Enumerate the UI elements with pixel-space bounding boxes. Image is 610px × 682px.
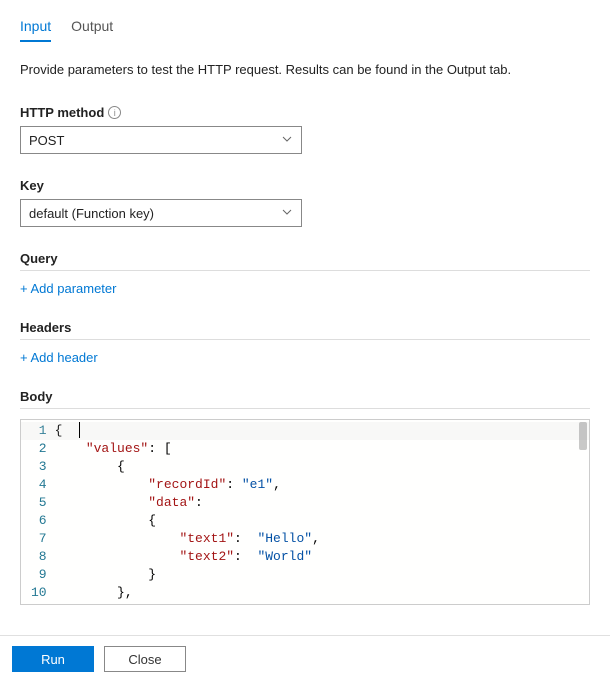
http-method-label-text: HTTP method	[20, 105, 104, 120]
headers-label: Headers	[20, 320, 590, 335]
vertical-scrollbar[interactable]	[579, 422, 587, 450]
chevron-down-icon	[281, 133, 293, 148]
line-number-gutter: 12345678910	[21, 420, 55, 604]
key-select[interactable]: default (Function key)	[20, 199, 302, 227]
body-label: Body	[20, 389, 590, 404]
close-button[interactable]: Close	[104, 646, 186, 672]
tabs: Input Output	[20, 18, 590, 42]
divider	[20, 339, 590, 340]
tab-input[interactable]: Input	[20, 18, 51, 42]
divider	[20, 408, 590, 409]
code-text-area[interactable]: { "values": [ { "recordId": "e1", "data"…	[55, 420, 589, 604]
tab-output[interactable]: Output	[71, 18, 113, 42]
info-icon[interactable]: i	[108, 106, 121, 119]
chevron-down-icon	[281, 206, 293, 221]
footer-bar: Run Close	[0, 635, 610, 682]
key-value: default (Function key)	[29, 206, 281, 221]
active-line-highlight	[21, 422, 589, 440]
http-method-value: POST	[29, 133, 281, 148]
editor-caret	[79, 422, 80, 438]
http-method-select[interactable]: POST	[20, 126, 302, 154]
run-button[interactable]: Run	[12, 646, 94, 672]
divider	[20, 270, 590, 271]
http-method-label: HTTP method i	[20, 105, 590, 120]
description-text: Provide parameters to test the HTTP requ…	[20, 62, 590, 77]
add-header-link[interactable]: + Add header	[20, 350, 590, 365]
body-code-editor[interactable]: 12345678910 { "values": [ { "recordId": …	[20, 419, 590, 605]
query-label: Query	[20, 251, 590, 266]
add-query-parameter-link[interactable]: + Add parameter	[20, 281, 590, 296]
key-label: Key	[20, 178, 590, 193]
